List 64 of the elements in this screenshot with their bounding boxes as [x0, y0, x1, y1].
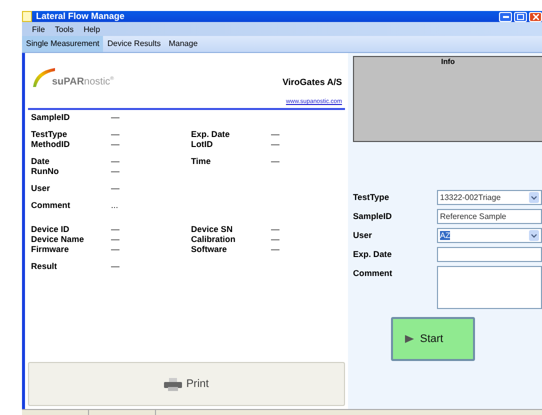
field-label: Comment: [31, 200, 72, 210]
field-label: SampleID: [31, 112, 71, 122]
field-value: —: [111, 234, 120, 244]
field-label: Time: [191, 156, 212, 166]
input-field[interactable]: [437, 247, 542, 262]
field-label: Exp. Date: [191, 129, 231, 139]
input-field[interactable]: Reference Sample: [437, 209, 542, 224]
form-label: User: [353, 229, 373, 242]
field-value: —: [271, 224, 280, 234]
field-value: —: [111, 261, 120, 271]
field-value: —: [271, 244, 280, 254]
minimize-button[interactable]: [499, 12, 512, 22]
company-name: ViroGates A/S: [282, 77, 342, 87]
field-value: —: [271, 139, 280, 149]
field-label: Firmware: [31, 244, 70, 254]
dropdown[interactable]: 13322-002Triage: [437, 190, 542, 205]
maximize-icon: [517, 14, 524, 20]
print-button[interactable]: Print: [28, 362, 345, 406]
form-label: Exp. Date: [353, 248, 393, 261]
close-button[interactable]: [529, 12, 542, 22]
field-value: ...: [111, 200, 120, 210]
field-value: —: [111, 183, 120, 193]
form-label: Comment: [353, 267, 394, 280]
field-label: Date: [31, 156, 50, 166]
field-value: —: [271, 156, 280, 166]
menu-item[interactable]: Tools: [54, 24, 74, 34]
field-value: —: [111, 156, 120, 166]
field-label: MethodID: [31, 139, 71, 149]
form-label: SampleID: [353, 210, 393, 223]
menu-item[interactable]: File: [32, 24, 45, 34]
brand-logo-text: suPARnostic$^{®}$: [52, 76, 114, 87]
field-label: Calibration: [191, 234, 236, 244]
menu-item[interactable]: Help: [84, 24, 100, 34]
printer-icon: [164, 378, 182, 390]
tab[interactable]: Device Results: [103, 36, 165, 52]
field-value: —: [271, 129, 280, 139]
field-value: —: [111, 244, 120, 254]
tab[interactable]: Manage: [164, 36, 202, 52]
field-label: Device Name: [31, 234, 85, 244]
field-label: Device ID: [31, 224, 70, 234]
app-icon: [22, 11, 32, 22]
field-label: Software: [191, 244, 228, 254]
comment-field[interactable]: [437, 266, 542, 309]
start-button[interactable]: Start: [391, 317, 475, 361]
minimize-icon: [502, 16, 508, 18]
field-label: TestType: [31, 129, 68, 139]
field-label: Device SN: [191, 224, 234, 234]
field-value: —: [271, 234, 280, 244]
maximize-button[interactable]: [514, 12, 527, 22]
field-label: User: [31, 183, 51, 193]
field-value: —: [111, 139, 120, 149]
field-value: —: [111, 112, 120, 122]
tab[interactable]: Single Measurement: [22, 36, 104, 52]
field-value: —: [111, 166, 120, 176]
form-label: TestType: [353, 191, 390, 204]
play-icon: [405, 335, 414, 343]
field-label: Result: [31, 261, 58, 271]
close-icon: [532, 14, 538, 20]
field-label: RunNo: [31, 166, 60, 176]
dropdown[interactable]: AZ: [437, 228, 542, 243]
window-title: Lateral Flow Manage: [36, 11, 125, 22]
field-value: —: [111, 129, 120, 139]
field-value: —: [111, 224, 120, 234]
field-label: LotID: [191, 139, 214, 149]
